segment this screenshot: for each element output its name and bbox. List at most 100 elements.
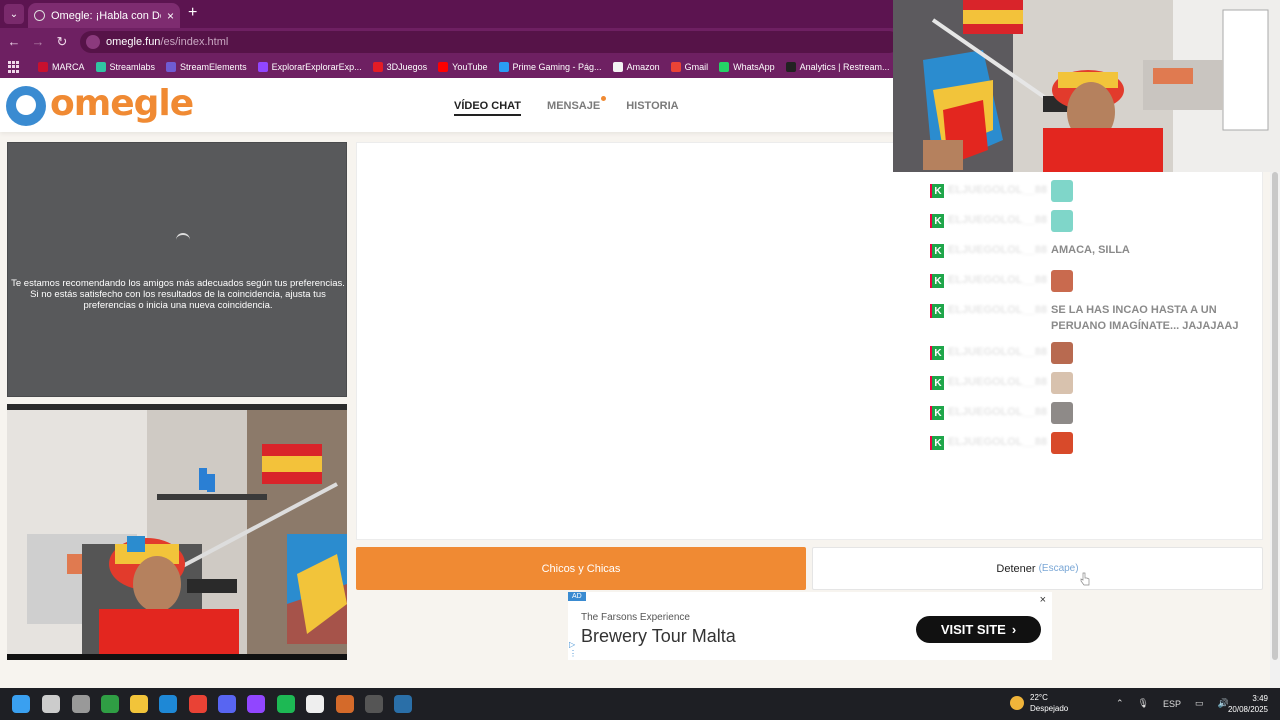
new-tab-button[interactable]: +	[188, 4, 197, 22]
streamer-app-icon[interactable]	[336, 695, 354, 713]
chrome-icon[interactable]	[189, 695, 207, 713]
apps-grid-icon[interactable]	[8, 61, 20, 73]
bookmark-favicon-icon	[498, 62, 509, 72]
notification-dot	[601, 96, 607, 101]
stop-button[interactable]: Detener (Escape)	[812, 547, 1263, 590]
chat-username: ELJUEGOLOL__88	[948, 406, 1048, 418]
loading-spinner-icon	[176, 233, 190, 247]
ad-banner[interactable]: AD × The Farsons Experience Brewery Tour…	[568, 592, 1052, 660]
escape-hint: (Escape)	[1038, 563, 1079, 574]
obs-icon[interactable]	[365, 695, 383, 713]
reload-icon[interactable]: ↻	[54, 34, 70, 50]
chat-username: ELJUEGOLOL__88	[948, 244, 1048, 256]
bookmark-favicon-icon	[166, 62, 177, 72]
kick-badge-icon: K	[930, 214, 944, 228]
microphone-icon[interactable]: 🎙	[1138, 698, 1149, 709]
spotify-icon[interactable]	[277, 695, 295, 713]
chat-message-text: AMACA, SILLA	[1051, 244, 1130, 256]
chat-message: K ELJUEGOLOL__88 AMACA, SILLA	[930, 240, 1265, 262]
chat-emote-icon	[1051, 402, 1074, 424]
bookmark-item[interactable]: ExplorarExplorarExp...	[257, 62, 362, 72]
taskbar-clock[interactable]: 3:49 20/08/2025	[1222, 693, 1268, 715]
new-match-button[interactable]: Chicos y Chicas	[356, 547, 806, 590]
kick-badge-icon: K	[930, 436, 944, 450]
capcut-icon[interactable]	[306, 695, 324, 713]
network-icon[interactable]: ▭	[1195, 698, 1204, 709]
twitch-icon[interactable]	[247, 695, 265, 713]
bookmark-item[interactable]: Prime Gaming - Pág...	[498, 62, 602, 72]
search-icon[interactable]	[42, 695, 60, 713]
chat-emote-icon	[1051, 342, 1074, 364]
chat-username: ELJUEGOLOL__88	[948, 274, 1048, 286]
ad-choices-icon[interactable]: ▷ ⋮	[569, 640, 577, 658]
task-view-icon[interactable]	[72, 695, 90, 713]
bookmark-favicon-icon	[670, 62, 681, 72]
site-info-icon[interactable]	[86, 35, 100, 49]
bookmark-item[interactable]: Streamlabs	[95, 62, 155, 72]
self-video-image	[7, 404, 347, 660]
kick-badge-icon: K	[930, 244, 944, 258]
kick-badge-icon: K	[930, 184, 944, 198]
bookmark-favicon-icon	[438, 62, 449, 72]
bookmark-item[interactable]: StreamElements	[166, 62, 247, 72]
ad-visit-site-button[interactable]: VISIT SITE ›	[916, 616, 1041, 643]
ad-badge: AD	[568, 592, 586, 601]
kick-badge-icon: K	[930, 274, 944, 288]
bookmark-favicon-icon	[95, 62, 106, 72]
forward-icon[interactable]: →	[30, 34, 46, 49]
chat-message: K ELJUEGOLOL__88	[930, 180, 1265, 202]
bookmark-item[interactable]: Amazon	[612, 62, 660, 72]
omegle-logo[interactable]: omegle	[6, 83, 194, 126]
chat-message: K ELJUEGOLOL__88	[930, 342, 1265, 364]
bookmark-item[interactable]: 3DJuegos	[372, 62, 427, 72]
address-bar[interactable]: omegle.fun/es/index.html	[80, 31, 900, 53]
bookmark-favicon-icon	[38, 62, 48, 72]
chat-message: K ELJUEGOLOL__88	[930, 432, 1265, 454]
chat-emote-icon	[1051, 180, 1074, 202]
chevron-right-icon: ›	[1011, 622, 1017, 637]
bookmark-item[interactable]: MARCA	[38, 62, 85, 72]
kick-badge-icon: K	[930, 346, 944, 360]
matching-message: Te estamos recomendando los amigos más a…	[11, 278, 345, 311]
scrollbar-thumb[interactable]	[1272, 172, 1278, 660]
taskbar-weather[interactable]: 22°C Despejado	[1010, 692, 1068, 714]
ad-close-icon[interactable]: ×	[1040, 594, 1046, 606]
chat-emote-icon	[1051, 270, 1074, 292]
chat-username: ELJUEGOLOL__88	[948, 376, 1048, 388]
bookmark-item[interactable]: Analytics | Restream...	[785, 62, 890, 72]
logo-mark-icon	[6, 86, 46, 126]
chat-username: ELJUEGOLOL__88	[948, 436, 1048, 448]
browser-tab[interactable]: Omegle: ¡Habla con Desco... ×	[28, 3, 180, 28]
nav-historia[interactable]: HISTORIA	[626, 100, 678, 116]
hand-cursor-icon	[1080, 572, 1090, 586]
webcam-overlay-image	[893, 0, 1280, 172]
back-icon[interactable]: ←	[6, 34, 22, 49]
windows-start-icon[interactable]	[12, 695, 30, 713]
chat-username: ELJUEGOLOL__88	[948, 304, 1048, 316]
bookmark-favicon-icon	[785, 62, 796, 72]
language-indicator[interactable]: ESP	[1163, 699, 1181, 709]
xbox-icon[interactable]	[101, 695, 119, 713]
kick-badge-icon: K	[930, 406, 944, 420]
chevron-up-icon[interactable]: ⌃	[1116, 698, 1124, 709]
edge-icon[interactable]	[159, 695, 177, 713]
close-tab-icon[interactable]: ×	[167, 9, 174, 23]
tab-title: Omegle: ¡Habla con Desco...	[51, 9, 161, 22]
page-scrollbar[interactable]	[1270, 172, 1280, 688]
file-explorer-icon[interactable]	[130, 695, 148, 713]
bookmark-item[interactable]: WhatsApp	[719, 62, 775, 72]
tab-search-button[interactable]: ⌄	[4, 4, 24, 24]
chat-username: ELJUEGOLOL__88	[948, 184, 1048, 196]
ad-subtitle: The Farsons Experience	[581, 612, 690, 623]
chat-message: K ELJUEGOLOL__88	[930, 210, 1265, 232]
chat-message-text: SE LA HAS INCAO HASTA A UN PERUANO IMAGÍ…	[1051, 304, 1239, 332]
bookmark-favicon-icon	[719, 62, 730, 72]
nav-video-chat[interactable]: VÍDEO CHAT	[454, 100, 522, 116]
discord-icon[interactable]	[218, 695, 236, 713]
steam-icon[interactable]	[394, 695, 412, 713]
nav-mensaje[interactable]: MENSAJE	[547, 96, 607, 116]
chat-username: ELJUEGOLOL__88	[948, 214, 1048, 226]
chat-message: K ELJUEGOLOL__88	[930, 372, 1265, 394]
bookmark-item[interactable]: Gmail	[670, 62, 708, 72]
bookmark-item[interactable]: YouTube	[438, 62, 488, 72]
